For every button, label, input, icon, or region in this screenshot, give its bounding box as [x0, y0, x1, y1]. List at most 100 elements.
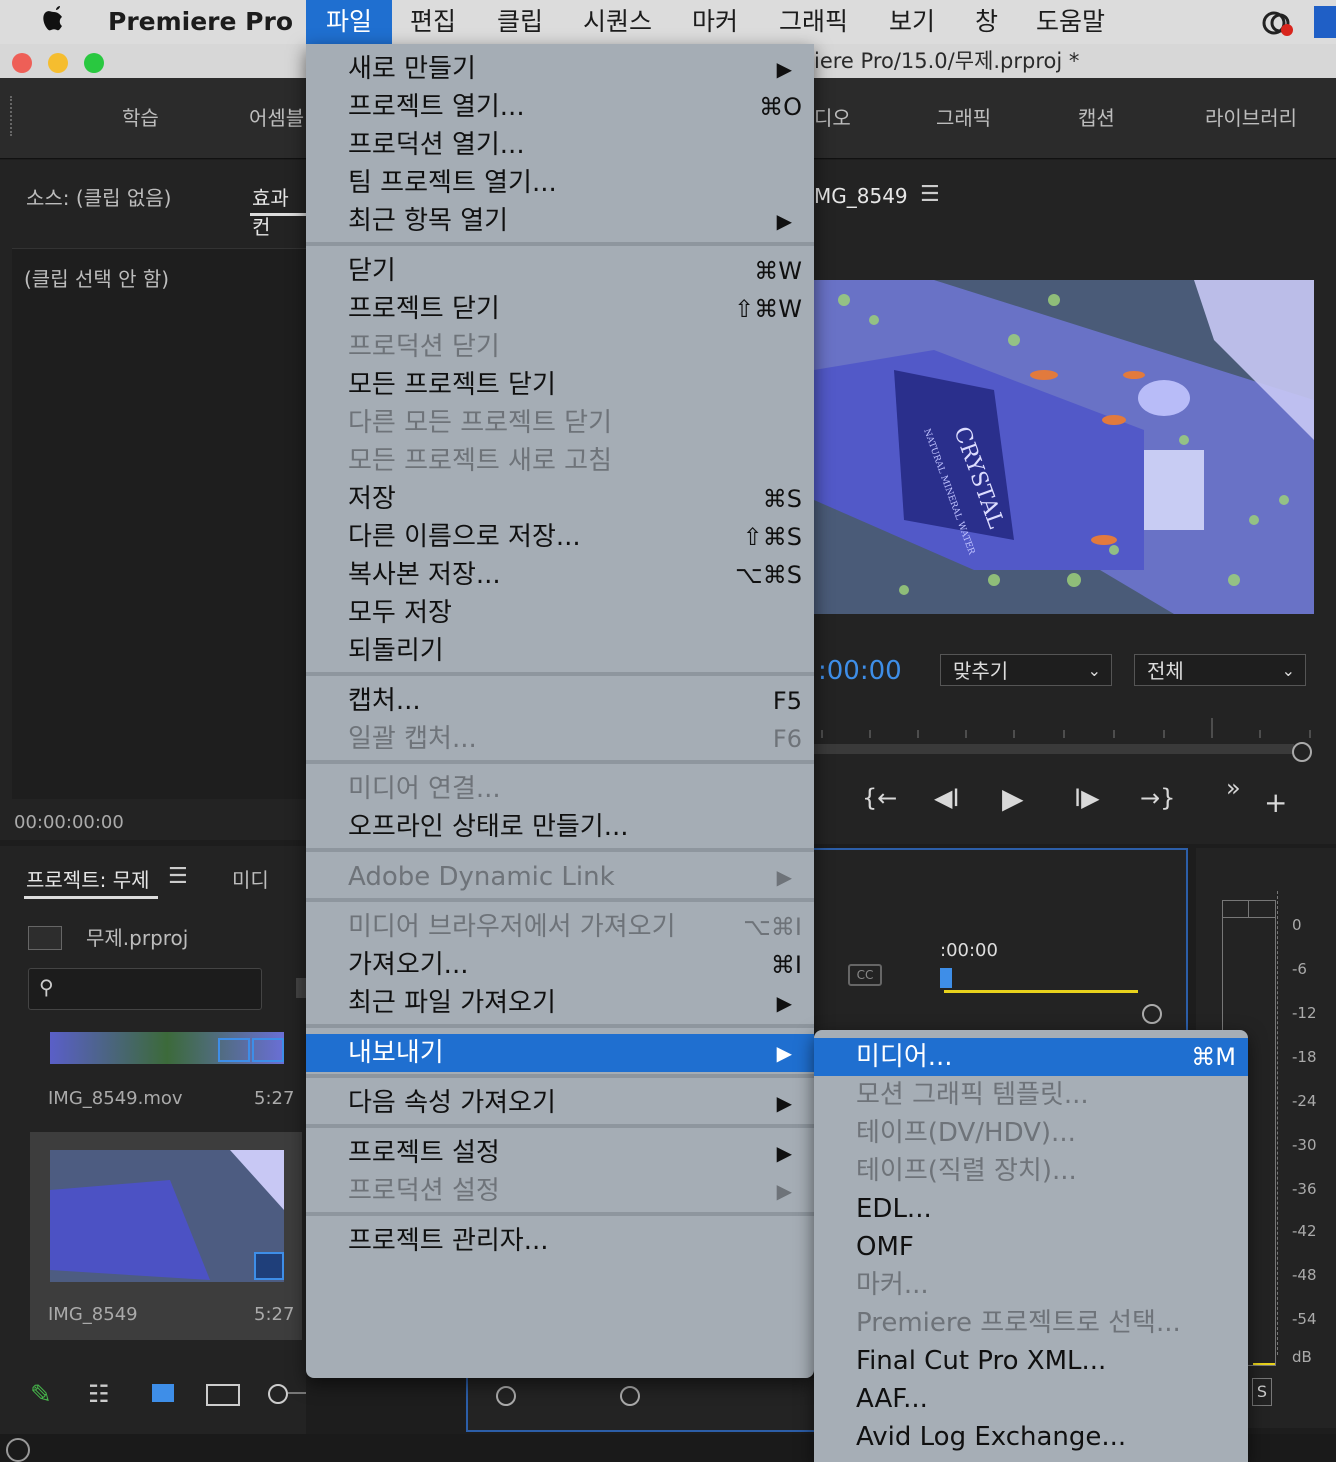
creative-cloud-icon[interactable] [6, 1438, 30, 1462]
file-menu-item[interactable]: 닫기 ⌘W [306, 252, 814, 290]
file-menu-item[interactable]: 최근 파일 가져오기 ▶ [306, 984, 814, 1022]
file-menu-item[interactable]: 프로젝트 닫기 ⇧⌘W [306, 290, 814, 328]
zoom-fit-dropdown[interactable]: 맞추기 ⌄ [940, 654, 1112, 686]
file-menu: 새로 만들기 ▶ 프로젝트 열기... ⌘O 프로덕션 열기... 팀 프로젝트 열기..… [306, 44, 814, 1378]
input-source-icon[interactable] [1314, 6, 1336, 38]
file-menu-item[interactable]: 저장 ⌘S [306, 480, 814, 518]
tab-effect-controls[interactable]: 효과 컨 [252, 182, 306, 240]
file-menu-item[interactable]: 가져오기... ⌘I [306, 946, 814, 984]
timeline-zoom-handle[interactable] [1142, 1004, 1162, 1024]
new-bin-icon[interactable] [296, 978, 306, 998]
file-menu-item[interactable]: 프로젝트 설정 ▶ [306, 1134, 814, 1172]
file-menu-item[interactable]: 프로덕션 열기... [306, 126, 814, 164]
menu-help[interactable]: 도움말 [1036, 0, 1105, 44]
list-item[interactable]: IMG_8549 5:27 [30, 1132, 302, 1340]
export-menu-item: 테이프(DV/HDV)... [814, 1114, 1248, 1152]
zoom-scroll-handle[interactable] [1292, 742, 1312, 762]
hamburger-menu-icon[interactable]: ☰ [168, 864, 188, 889]
program-time-ruler[interactable] [814, 716, 1314, 756]
menu-marker[interactable]: 마커 [692, 0, 738, 44]
file-menu-item[interactable]: 다음 속성 가져오기 ▶ [306, 1084, 814, 1122]
creative-cloud-status-icon[interactable] [1258, 8, 1298, 42]
minimize-window-button[interactable] [48, 53, 68, 73]
workspace-captions[interactable]: 캡션 [1078, 78, 1115, 158]
project-search-input[interactable]: ⚲ [28, 968, 262, 1010]
scroll-handle-left[interactable] [496, 1386, 516, 1406]
workspace-libraries[interactable]: 라이브러리 [1205, 78, 1297, 158]
file-menu-item: 프로덕션 설정 ▶ [306, 1172, 814, 1210]
menu-view[interactable]: 보기 [889, 0, 935, 44]
hamburger-menu-icon[interactable]: ☰ [920, 182, 940, 207]
resolution-dropdown[interactable]: 전체 ⌄ [1134, 654, 1306, 686]
solo-button[interactable]: S [1252, 1378, 1272, 1406]
file-menu-item[interactable]: 되돌리기 [306, 632, 814, 670]
list-view-icon[interactable]: ☷ [88, 1380, 110, 1408]
zoom-slider-handle[interactable] [268, 1384, 288, 1404]
workspace-graphics[interactable]: 그래픽 [936, 78, 991, 158]
program-sequence-name[interactable]: MG_8549 [814, 184, 908, 208]
menu-window[interactable]: 창 [975, 0, 998, 44]
file-menu-item[interactable]: 프로젝트 관리자... [306, 1222, 814, 1260]
workspace-assembly[interactable]: 어셈블 [249, 78, 304, 158]
go-to-out-icon[interactable]: →} [1140, 784, 1175, 812]
file-menu-item[interactable]: 프로젝트 열기... ⌘O [306, 88, 814, 126]
play-icon[interactable]: ▶ [1002, 782, 1024, 815]
pencil-icon[interactable]: ✎ [30, 1380, 52, 1410]
tab-media-browser[interactable]: 미디 [232, 864, 269, 893]
drag-grip-icon[interactable] [10, 96, 18, 136]
export-menu-item[interactable]: Final Cut Pro XML... [814, 1342, 1248, 1380]
zoom-slider-track[interactable] [288, 1392, 306, 1394]
file-menu-item[interactable]: 오프라인 상태로 만들기... [306, 808, 814, 846]
step-back-icon[interactable]: ◀Ι [934, 784, 960, 812]
go-to-in-icon[interactable]: {← [862, 784, 897, 812]
menu-item-label: 팀 프로젝트 열기... [348, 168, 557, 198]
menu-graphics[interactable]: 그래픽 [779, 0, 848, 44]
file-menu-item[interactable]: 캡처... F5 [306, 682, 814, 720]
captions-icon[interactable]: CC [848, 964, 882, 986]
add-button-icon[interactable]: + [1264, 786, 1287, 819]
menu-item-label: 모든 프로젝트 닫기 [348, 370, 556, 400]
tab-project[interactable]: 프로젝트: 무제 [26, 864, 150, 893]
export-menu-item[interactable]: EDL... [814, 1190, 1248, 1228]
file-menu-item[interactable]: 모든 프로젝트 닫기 [306, 366, 814, 404]
menu-item-label: 프로젝트 열기... [348, 92, 525, 122]
file-menu-item[interactable]: 내보내기 ▶ [306, 1034, 814, 1072]
menu-item-label: 일괄 캡처... [348, 724, 477, 754]
menu-item-shortcut: ⇧⌘S [742, 523, 802, 551]
scroll-handle-right[interactable] [620, 1386, 640, 1406]
playhead-icon[interactable] [940, 968, 952, 988]
file-menu-item[interactable]: 모두 저장 [306, 594, 814, 632]
submenu-arrow-icon: ▶ [776, 1179, 792, 1203]
export-menu-item[interactable]: 미디어... ⌘M [814, 1038, 1248, 1076]
menu-clip[interactable]: 클립 [497, 0, 543, 44]
icon-view-icon[interactable] [152, 1384, 174, 1402]
zoom-window-button[interactable] [84, 53, 104, 73]
export-menu-item[interactable]: AAF... [814, 1380, 1248, 1418]
export-menu-item[interactable]: OMF [814, 1228, 1248, 1266]
apple-icon[interactable] [38, 0, 70, 44]
menu-item-shortcut: F6 [772, 725, 802, 753]
menu-item-label: 저장 [348, 484, 396, 514]
program-timecode[interactable]: :00:00 [818, 656, 902, 686]
freeform-view-icon[interactable] [206, 1384, 240, 1406]
menu-edit[interactable]: 편집 [410, 0, 456, 44]
file-menu-item[interactable]: 다른 이름으로 저장... ⇧⌘S [306, 518, 814, 556]
menu-file[interactable]: 파일 [306, 0, 392, 44]
timeline-timecode[interactable]: :00:00 [940, 940, 998, 961]
file-menu-item[interactable]: 새로 만들기 ▶ [306, 50, 814, 88]
source-timecode[interactable]: 00:00:00:00 [14, 812, 124, 833]
file-menu-item[interactable]: 복사본 저장... ⌥⌘S [306, 556, 814, 594]
tab-source[interactable]: 소스: (클립 없음) [26, 182, 171, 211]
more-controls-icon[interactable]: » [1226, 774, 1241, 802]
close-window-button[interactable] [12, 53, 32, 73]
list-item[interactable]: IMG_8549.mov 5:27 [30, 1032, 302, 1120]
file-menu-item[interactable]: 최근 항목 열기 ▶ [306, 202, 814, 240]
app-name-menu[interactable]: Premiere Pro [108, 0, 293, 44]
video-preview[interactable]: CRYSTAL NATURAL MINERAL WATER [814, 280, 1314, 614]
step-forward-icon[interactable]: Ι▶ [1074, 784, 1100, 812]
menu-sequence[interactable]: 시퀀스 [583, 0, 652, 44]
workspace-audio[interactable]: 디오 [814, 78, 851, 158]
workspace-learning[interactable]: 학습 [122, 78, 159, 158]
file-menu-item[interactable]: 팀 프로젝트 열기... [306, 164, 814, 202]
export-menu-item[interactable]: Avid Log Exchange... [814, 1418, 1248, 1456]
